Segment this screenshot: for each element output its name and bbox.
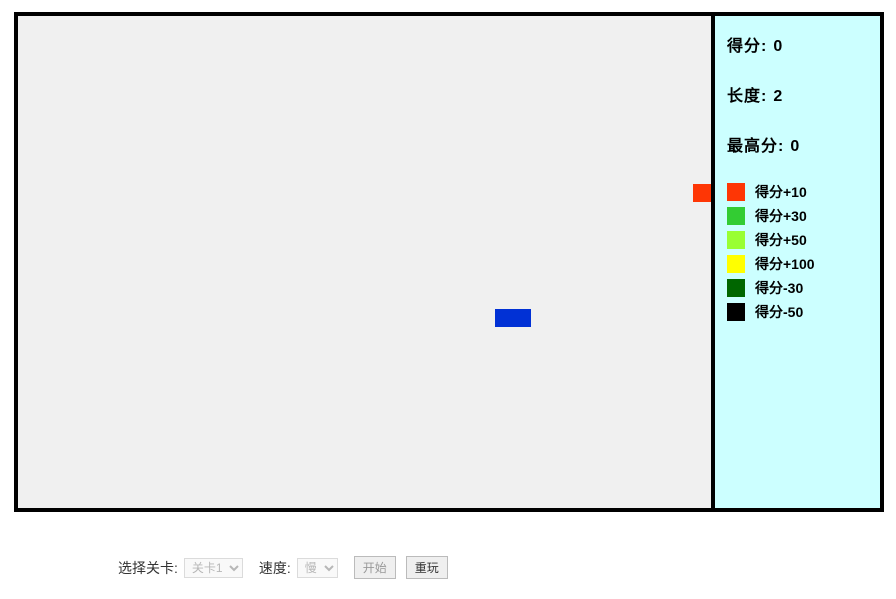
side-panel: 得分:0 长度:2 最高分:0 得分+10 得分+30 得分+50 得分+100 <box>711 16 880 508</box>
legend-item: 得分-30 <box>727 278 872 298</box>
length-display: 长度:2 <box>727 82 872 106</box>
level-select[interactable]: 关卡1 <box>184 558 243 578</box>
legend-item: 得分+50 <box>727 230 872 250</box>
legend-swatch <box>727 279 745 297</box>
speed-select[interactable]: 慢 <box>297 558 338 578</box>
snake-segment <box>495 309 513 327</box>
game-frame: 得分:0 长度:2 最高分:0 得分+10 得分+30 得分+50 得分+100 <box>14 12 884 512</box>
legend-label: 得分+30 <box>755 206 807 226</box>
legend-item: 得分+10 <box>727 182 872 202</box>
hiscore-label: 最高分 <box>727 138 778 155</box>
play-area[interactable] <box>18 16 711 508</box>
score-display: 得分:0 <box>727 32 872 56</box>
length-value: 2 <box>773 88 783 105</box>
legend-label: 得分-30 <box>755 278 803 298</box>
food-block <box>693 184 711 202</box>
legend-item: 得分+100 <box>727 254 872 274</box>
hiscore-display: 最高分:0 <box>727 132 872 156</box>
score-label: 得分 <box>727 38 761 55</box>
legend-swatch <box>727 207 745 225</box>
legend-item: 得分+30 <box>727 206 872 226</box>
controls-bar: 选择关卡: 关卡1 速度: 慢 开始 重玩 <box>118 556 458 579</box>
snake-segment <box>513 309 531 327</box>
legend: 得分+10 得分+30 得分+50 得分+100 得分-30 得分-50 <box>727 182 872 322</box>
legend-label: 得分-50 <box>755 302 803 322</box>
legend-label: 得分+50 <box>755 230 807 250</box>
speed-select-label: 速度: <box>259 558 291 578</box>
legend-item: 得分-50 <box>727 302 872 322</box>
legend-swatch <box>727 255 745 273</box>
legend-label: 得分+100 <box>755 254 815 274</box>
legend-label: 得分+10 <box>755 182 807 202</box>
length-label: 长度 <box>727 88 761 105</box>
legend-swatch <box>727 303 745 321</box>
level-select-label: 选择关卡: <box>118 558 178 578</box>
replay-button[interactable]: 重玩 <box>406 556 448 579</box>
legend-swatch <box>727 231 745 249</box>
legend-swatch <box>727 183 745 201</box>
score-value: 0 <box>773 38 783 55</box>
start-button[interactable]: 开始 <box>354 556 396 579</box>
hiscore-value: 0 <box>790 138 800 155</box>
